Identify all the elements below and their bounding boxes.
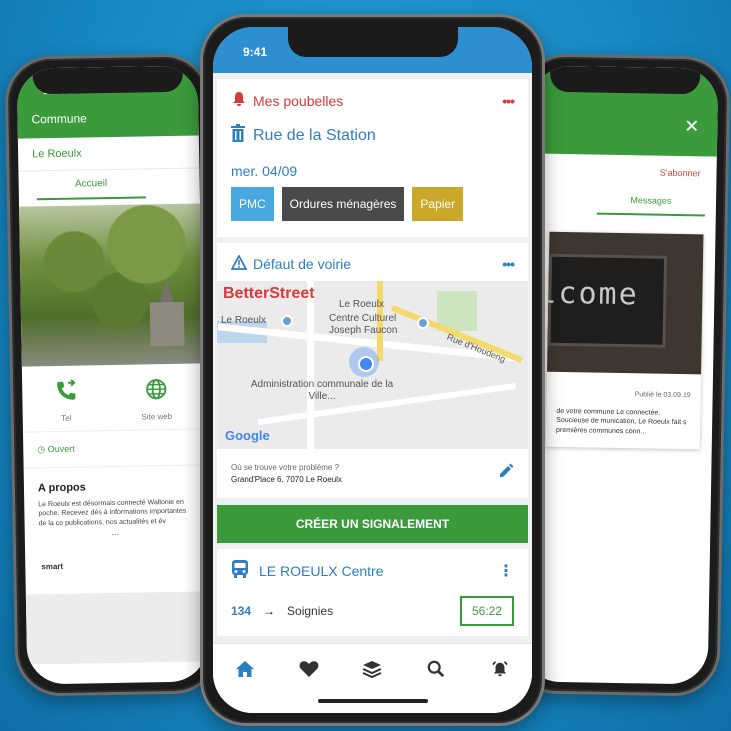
phone-forward-icon [54, 379, 78, 408]
action-row: Tel Site web [21, 363, 204, 433]
waste-card-header: Mes poubelles ••• [217, 79, 528, 118]
welcome-image: lcome [547, 231, 704, 375]
right-phone-screen: ✕ S'abonner Messages lcome Publié le 03.… [521, 65, 719, 685]
bin-pmc: PMC [231, 187, 274, 221]
location-address: Grand'Place 6, 7070 Le Roeulx [231, 475, 342, 484]
bus-stop-title: LE ROEULX Centre [231, 559, 384, 582]
notch [32, 65, 183, 95]
map-label-roeulx: Le Roeulx [339, 299, 385, 310]
close-icon[interactable]: ✕ [684, 116, 699, 137]
road-card-header: Défaut de voirie ••• [217, 243, 528, 281]
bin-ordures: Ordures ménagères [281, 187, 405, 221]
search-icon[interactable] [426, 660, 446, 683]
website-label: Site web [141, 411, 173, 422]
map-pin-icon [281, 315, 293, 327]
commune-name: Le Roeulx [17, 135, 200, 172]
map-label-centre: Centre Culturel Joseph Faucon [329, 313, 398, 336]
warning-icon [230, 254, 248, 273]
home-indicator [317, 699, 428, 703]
left-phone: 11:56 Commune Le Roeulx Accueil Tel Site… [4, 53, 221, 697]
arrow-right-icon: → [263, 604, 276, 618]
alarm-icon[interactable] [490, 660, 510, 683]
about-title: A propos [37, 481, 86, 495]
status-time: 9:41 [243, 45, 268, 59]
clock-icon: ◷ [37, 444, 46, 455]
bus-card: LE ROEULX Centre ⋮ 134 → Soignies 56:22 [217, 549, 528, 636]
more-options-icon[interactable]: ••• [502, 256, 515, 272]
mini-map [25, 591, 209, 665]
location-info: Où se trouve votre problème ? Grand'Plac… [231, 463, 342, 484]
google-logo: Google [225, 428, 270, 443]
vertical-more-icon[interactable]: ⋮ [498, 561, 514, 581]
create-report-button[interactable]: CRÉER UN SIGNALEMENT [217, 505, 528, 543]
bus-card-header: LE ROEULX Centre ⋮ [217, 549, 528, 588]
tel-label: Tel [61, 413, 72, 423]
globe-icon [141, 378, 172, 407]
message-text: de votre commune Le connectée. Soucieuse… [555, 407, 687, 436]
waste-card-title: Mes poubelles [231, 91, 343, 110]
location-marker-icon [349, 347, 379, 377]
tab-messages[interactable]: Messages [596, 188, 706, 217]
bus-icon [231, 559, 249, 582]
road-defect-card: Défaut de voirie ••• BetterStreet Le Roe… [217, 243, 528, 499]
town-photo [19, 203, 203, 367]
message-card[interactable]: lcome Publié le 03.09.19 de votre commun… [545, 231, 704, 450]
betterstreet-logo: BetterStreet [223, 285, 315, 302]
location-row: Où se trouve votre problème ? Grand'Plac… [217, 449, 528, 499]
road [307, 281, 314, 449]
open-status-text: Ouvert [47, 443, 75, 455]
open-status: ◷ Ouvert [22, 429, 205, 469]
notch [287, 27, 458, 57]
church [149, 301, 185, 347]
bin-papier: Papier [412, 187, 464, 221]
website-action[interactable]: Site web [141, 378, 172, 422]
more-options-icon[interactable]: ••• [502, 93, 515, 109]
map-pin-icon [417, 317, 429, 329]
street-row: Rue de la Station [217, 118, 528, 153]
bus-line-number: 134 [231, 604, 252, 618]
smart-city-logo: smart [25, 536, 207, 572]
welcome-image-text: lcome [547, 275, 640, 313]
report-map[interactable]: BetterStreet Le Roeulx Le Roeulx Centre … [217, 281, 528, 449]
edit-icon[interactable] [498, 463, 514, 484]
map-label-roeulx-left: Le Roeulx [221, 315, 267, 326]
location-question: Où se trouve votre problème ? [231, 463, 340, 472]
about-text: Le Roeulx est désormais connecté Walloni… [38, 498, 187, 528]
street-name: Rue de la Station [253, 126, 376, 144]
subscribe-link[interactable]: S'abonner [530, 153, 717, 190]
published-date: Publié le 03.09.19 [634, 391, 691, 400]
departure-countdown: 56:22 [459, 596, 514, 626]
tel-action[interactable]: Tel [54, 379, 79, 423]
waste-card: Mes poubelles ••• Rue de la Station mer.… [217, 79, 528, 237]
collection-date: mer. 04/09 [231, 163, 298, 179]
header-title: Commune [31, 111, 87, 127]
layers-icon[interactable] [362, 660, 382, 683]
center-phone: 9:41 Mes poubelles ••• Rue de la Station [200, 14, 545, 726]
smart-logo-text: smart [41, 562, 64, 572]
left-phone-screen: 11:56 Commune Le Roeulx Accueil Tel Site… [16, 65, 209, 685]
notch [549, 65, 701, 95]
center-phone-screen: 9:41 Mes poubelles ••• Rue de la Station [213, 27, 532, 713]
bell-icon [231, 91, 247, 110]
road-card-title: Défaut de voirie [230, 254, 352, 273]
google-text: Google [225, 428, 270, 443]
map-label-admin: Administration communale de la Ville... [250, 379, 394, 402]
bus-destination: Soignies [287, 604, 334, 618]
bus-departure-row[interactable]: 134 → Soignies 56:22 [217, 588, 528, 636]
road-title-text: Défaut de voirie [253, 256, 352, 272]
bin-list: PMC Ordures ménagères Papier [217, 187, 528, 237]
tab-accueil[interactable]: Accueil [36, 169, 146, 201]
bus-stop-name: LE ROEULX Centre [259, 562, 384, 579]
trash-icon [231, 124, 245, 147]
waste-title-text: Mes poubelles [253, 92, 344, 109]
heart-icon[interactable] [299, 660, 319, 683]
home-icon[interactable] [235, 660, 255, 683]
